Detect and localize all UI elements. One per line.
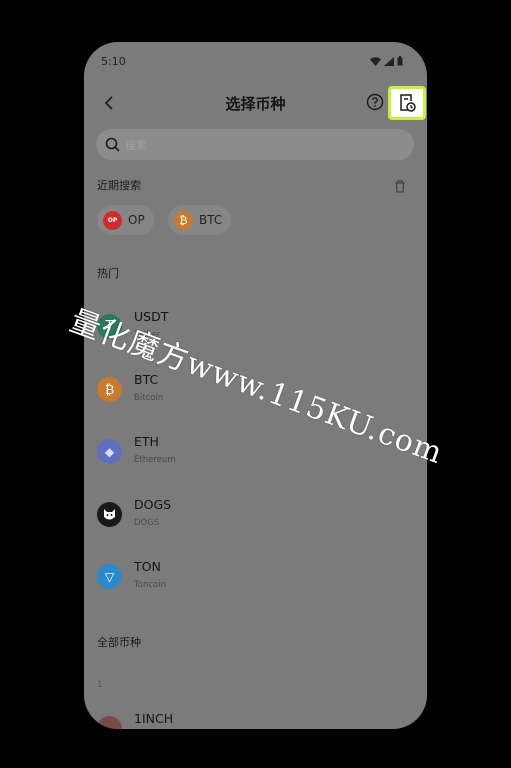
all-coins-title: 全部币种 xyxy=(97,636,141,649)
coin-name: Tether xyxy=(134,330,161,340)
wifi-icon xyxy=(370,56,381,66)
coin-row-dogs[interactable]: DOGS DOGS xyxy=(95,494,395,540)
coin-symbol: TON xyxy=(134,559,161,574)
status-time: 5:10 xyxy=(101,55,126,68)
btc-coin-icon: ₿ xyxy=(174,210,193,230)
coin-name: Bitcoin xyxy=(134,393,164,403)
status-icons xyxy=(370,56,403,66)
coin-name: Toncoin xyxy=(134,580,166,590)
search-input[interactable]: 搜索 xyxy=(96,129,414,160)
btc-coin-icon: ₿ xyxy=(97,377,122,402)
eth-coin-icon: ◆ xyxy=(97,439,122,464)
hot-title: 热门 xyxy=(97,267,119,280)
search-placeholder: 搜索 xyxy=(125,138,147,152)
coin-row-usdt[interactable]: ₮ USDT Tether xyxy=(95,306,395,352)
coin-row-ton[interactable]: ▽ TON Toncoin xyxy=(95,556,395,602)
recent-chip-op[interactable]: OP OP xyxy=(97,205,154,235)
header: 选择币种 xyxy=(84,86,427,120)
index-letter: 1 xyxy=(97,680,103,690)
1inch-coin-icon xyxy=(97,716,122,729)
coin-name: Ethereum xyxy=(134,455,176,465)
help-icon xyxy=(366,93,384,111)
signal-icon xyxy=(384,56,394,66)
dog-face-icon xyxy=(104,509,115,520)
coin-row-eth[interactable]: ◆ ETH Ethereum xyxy=(95,431,395,477)
search-icon xyxy=(105,137,120,152)
history-icon xyxy=(400,94,416,112)
coin-symbol: ETH xyxy=(134,434,159,449)
coin-symbol: USDT xyxy=(134,309,169,324)
usdt-coin-icon: ₮ xyxy=(97,314,122,339)
trash-icon xyxy=(395,180,405,193)
coin-name: DOGS xyxy=(134,518,160,528)
search-history-button[interactable] xyxy=(388,86,426,120)
battery-icon xyxy=(397,56,403,66)
app-screen: 5:10 选择币种 搜索 近期搜索 OP OP ₿ BTC 热门 ₮ USDT … xyxy=(84,42,427,729)
clear-history-button[interactable] xyxy=(394,178,408,193)
coin-symbol: 1INCH xyxy=(134,711,174,726)
coin-row-btc[interactable]: ₿ BTC Bitcoin xyxy=(95,369,395,415)
recent-chip-label: BTC xyxy=(199,213,223,227)
help-button[interactable] xyxy=(366,93,386,113)
recent-search-title: 近期搜索 xyxy=(97,179,141,192)
coin-row-1inch[interactable]: 1INCH xyxy=(95,708,395,729)
coin-symbol: BTC xyxy=(134,372,159,387)
op-coin-icon: OP xyxy=(103,210,122,230)
status-bar: 5:10 xyxy=(84,42,427,80)
recent-chip-label: OP xyxy=(128,213,145,227)
ton-coin-icon: ▽ xyxy=(97,564,122,589)
recent-chip-btc[interactable]: ₿ BTC xyxy=(168,205,232,235)
dogs-coin-icon xyxy=(97,502,122,527)
coin-symbol: DOGS xyxy=(134,497,172,512)
